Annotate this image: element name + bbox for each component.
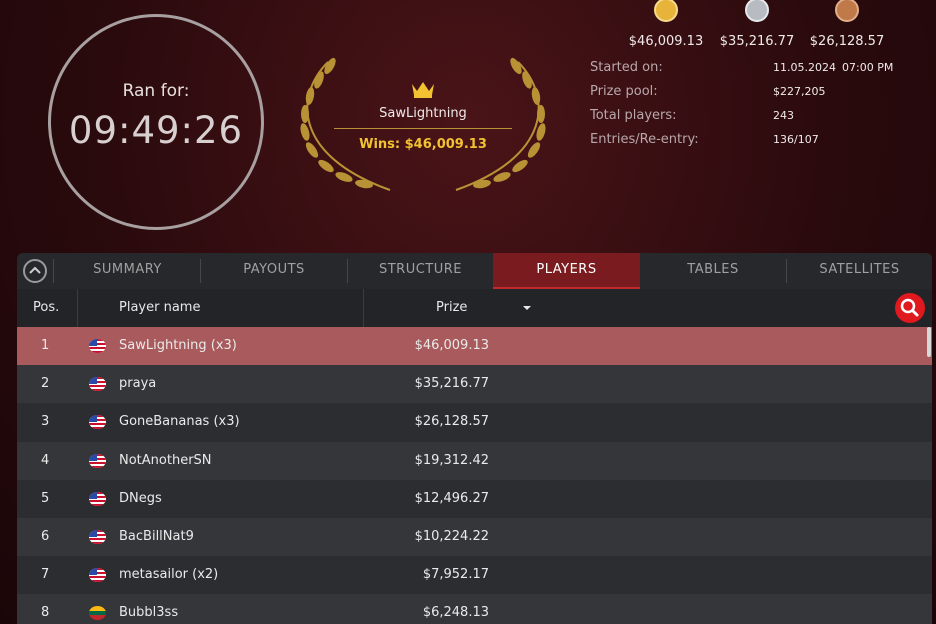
tab-satellites[interactable]: SATELLITES	[787, 253, 932, 289]
table-row[interactable]: 4 NotAnotherSN $19,312.42	[17, 441, 932, 480]
collapse-button[interactable]	[23, 259, 47, 283]
column-separator	[363, 289, 364, 327]
row-position: 7	[41, 567, 50, 583]
row-prize: $26,128.57	[414, 414, 489, 430]
row-position: 1	[41, 338, 50, 353]
row-position: 3	[41, 414, 50, 430]
started-time: 07:00 PM	[842, 61, 894, 74]
top-three-medals: $46,009.13 $35,216.77 $26,128.57	[620, 0, 920, 52]
sort-desc-icon[interactable]	[522, 305, 532, 311]
usa-flag-icon	[89, 568, 106, 583]
table-row[interactable]: 7 metasailor (x2) $7,952.17	[17, 556, 932, 595]
table-row[interactable]: 5 DNegs $12,496.27	[17, 479, 932, 518]
usa-flag-icon	[89, 377, 106, 392]
crown-icon	[412, 82, 434, 98]
row-position: 4	[41, 452, 50, 468]
elapsed-time-clock: Ran for: 09:49:26	[48, 14, 264, 230]
column-header-player[interactable]: Player name	[119, 289, 200, 327]
row-player-name[interactable]: DNegs	[119, 480, 162, 518]
usa-flag-icon	[89, 491, 106, 506]
row-player-name[interactable]: NotAnotherSN	[119, 442, 212, 480]
usa-flag-icon	[89, 453, 106, 468]
column-separator	[77, 289, 78, 327]
third-prize-amount: $26,128.57	[809, 34, 885, 49]
tournament-panel: SUMMARY PAYOUTS STRUCTURE PLAYERS TABLES…	[17, 253, 932, 624]
table-row[interactable]: 8 Bubbl3ss $6,248.13	[17, 594, 932, 624]
ran-for-label: Ran for:	[122, 81, 190, 101]
players-table-body: 1 SawLightning (x3) $46,009.13 2 praya $35,21…	[17, 327, 932, 624]
search-button[interactable]	[895, 293, 925, 323]
row-player-name[interactable]: metasailor (x2)	[119, 556, 218, 594]
prize-pool-label: Prize pool:	[590, 84, 658, 99]
tab-players[interactable]: PLAYERS	[493, 253, 640, 289]
elapsed-time: 09:49:26	[68, 109, 244, 152]
table-row[interactable]: 1 SawLightning (x3) $46,009.13	[17, 327, 932, 366]
usa-flag-icon	[89, 339, 106, 353]
row-position: 2	[41, 376, 50, 392]
row-prize: $19,312.42	[414, 452, 489, 468]
tab-summary[interactable]: SUMMARY	[54, 253, 201, 289]
total-players-value: 243	[773, 109, 794, 122]
entries-value: 136/107	[773, 133, 819, 146]
column-header-prize[interactable]: Prize	[436, 289, 467, 327]
table-row[interactable]: 3 GoneBananas (x3) $26,128.57	[17, 403, 932, 442]
winner-divider	[334, 128, 512, 129]
usa-flag-icon	[89, 415, 106, 430]
lithuania-flag-icon	[89, 606, 106, 621]
row-player-name[interactable]: SawLightning (x3)	[119, 327, 237, 365]
silver-medal-icon	[745, 0, 769, 22]
winner-wins: Wins: $46,009.13	[359, 137, 487, 152]
first-prize-amount: $46,009.13	[628, 34, 704, 49]
second-prize-amount: $35,216.77	[719, 34, 795, 49]
row-player-name[interactable]: Bubbl3ss	[119, 594, 178, 624]
prize-pool-value: $227,205	[773, 85, 826, 98]
tab-tables[interactable]: TABLES	[640, 253, 786, 289]
started-label: Started on:	[590, 60, 663, 75]
row-prize: $12,496.27	[414, 490, 489, 506]
row-prize: $6,248.13	[422, 605, 489, 621]
bronze-medal-icon	[835, 0, 859, 22]
laurel-wreath-icon	[300, 57, 546, 191]
tab-payouts[interactable]: PAYOUTS	[201, 253, 347, 289]
started-date: 11.05.2024	[773, 61, 836, 74]
row-player-name[interactable]: GoneBananas (x3)	[119, 403, 240, 441]
row-prize: $46,009.13	[414, 338, 489, 353]
table-scrollbar[interactable]	[927, 327, 931, 357]
tab-structure[interactable]: STRUCTURE	[348, 253, 493, 289]
winner-name: SawLightning	[379, 106, 467, 121]
row-prize: $7,952.17	[422, 567, 489, 583]
gold-medal-icon	[654, 0, 678, 22]
column-header-pos[interactable]: Pos.	[33, 289, 59, 327]
search-icon	[900, 298, 919, 317]
players-table-header: Pos. Player name Prize	[17, 289, 932, 327]
table-row[interactable]: 6 BacBillNat9 $10,224.22	[17, 517, 932, 557]
row-player-name[interactable]: praya	[119, 365, 156, 403]
row-position: 6	[41, 528, 50, 544]
winner-badge: SawLightning Wins: $46,009.13	[292, 56, 554, 196]
chevron-up-icon	[29, 266, 41, 274]
row-prize: $35,216.77	[414, 376, 489, 392]
total-players-label: Total players:	[590, 108, 677, 123]
row-player-name[interactable]: BacBillNat9	[119, 518, 194, 556]
tab-bar: SUMMARY PAYOUTS STRUCTURE PLAYERS TABLES…	[17, 253, 932, 289]
entries-label: Entries/Re-entry:	[590, 132, 699, 147]
tournament-info: Started on: 11.05.2024 07:00 PM Prize po…	[590, 60, 920, 156]
row-position: 5	[41, 490, 50, 506]
table-row[interactable]: 2 praya $35,216.77	[17, 365, 932, 404]
row-position: 8	[41, 605, 50, 621]
row-prize: $10,224.22	[414, 528, 489, 544]
usa-flag-icon	[89, 529, 106, 544]
